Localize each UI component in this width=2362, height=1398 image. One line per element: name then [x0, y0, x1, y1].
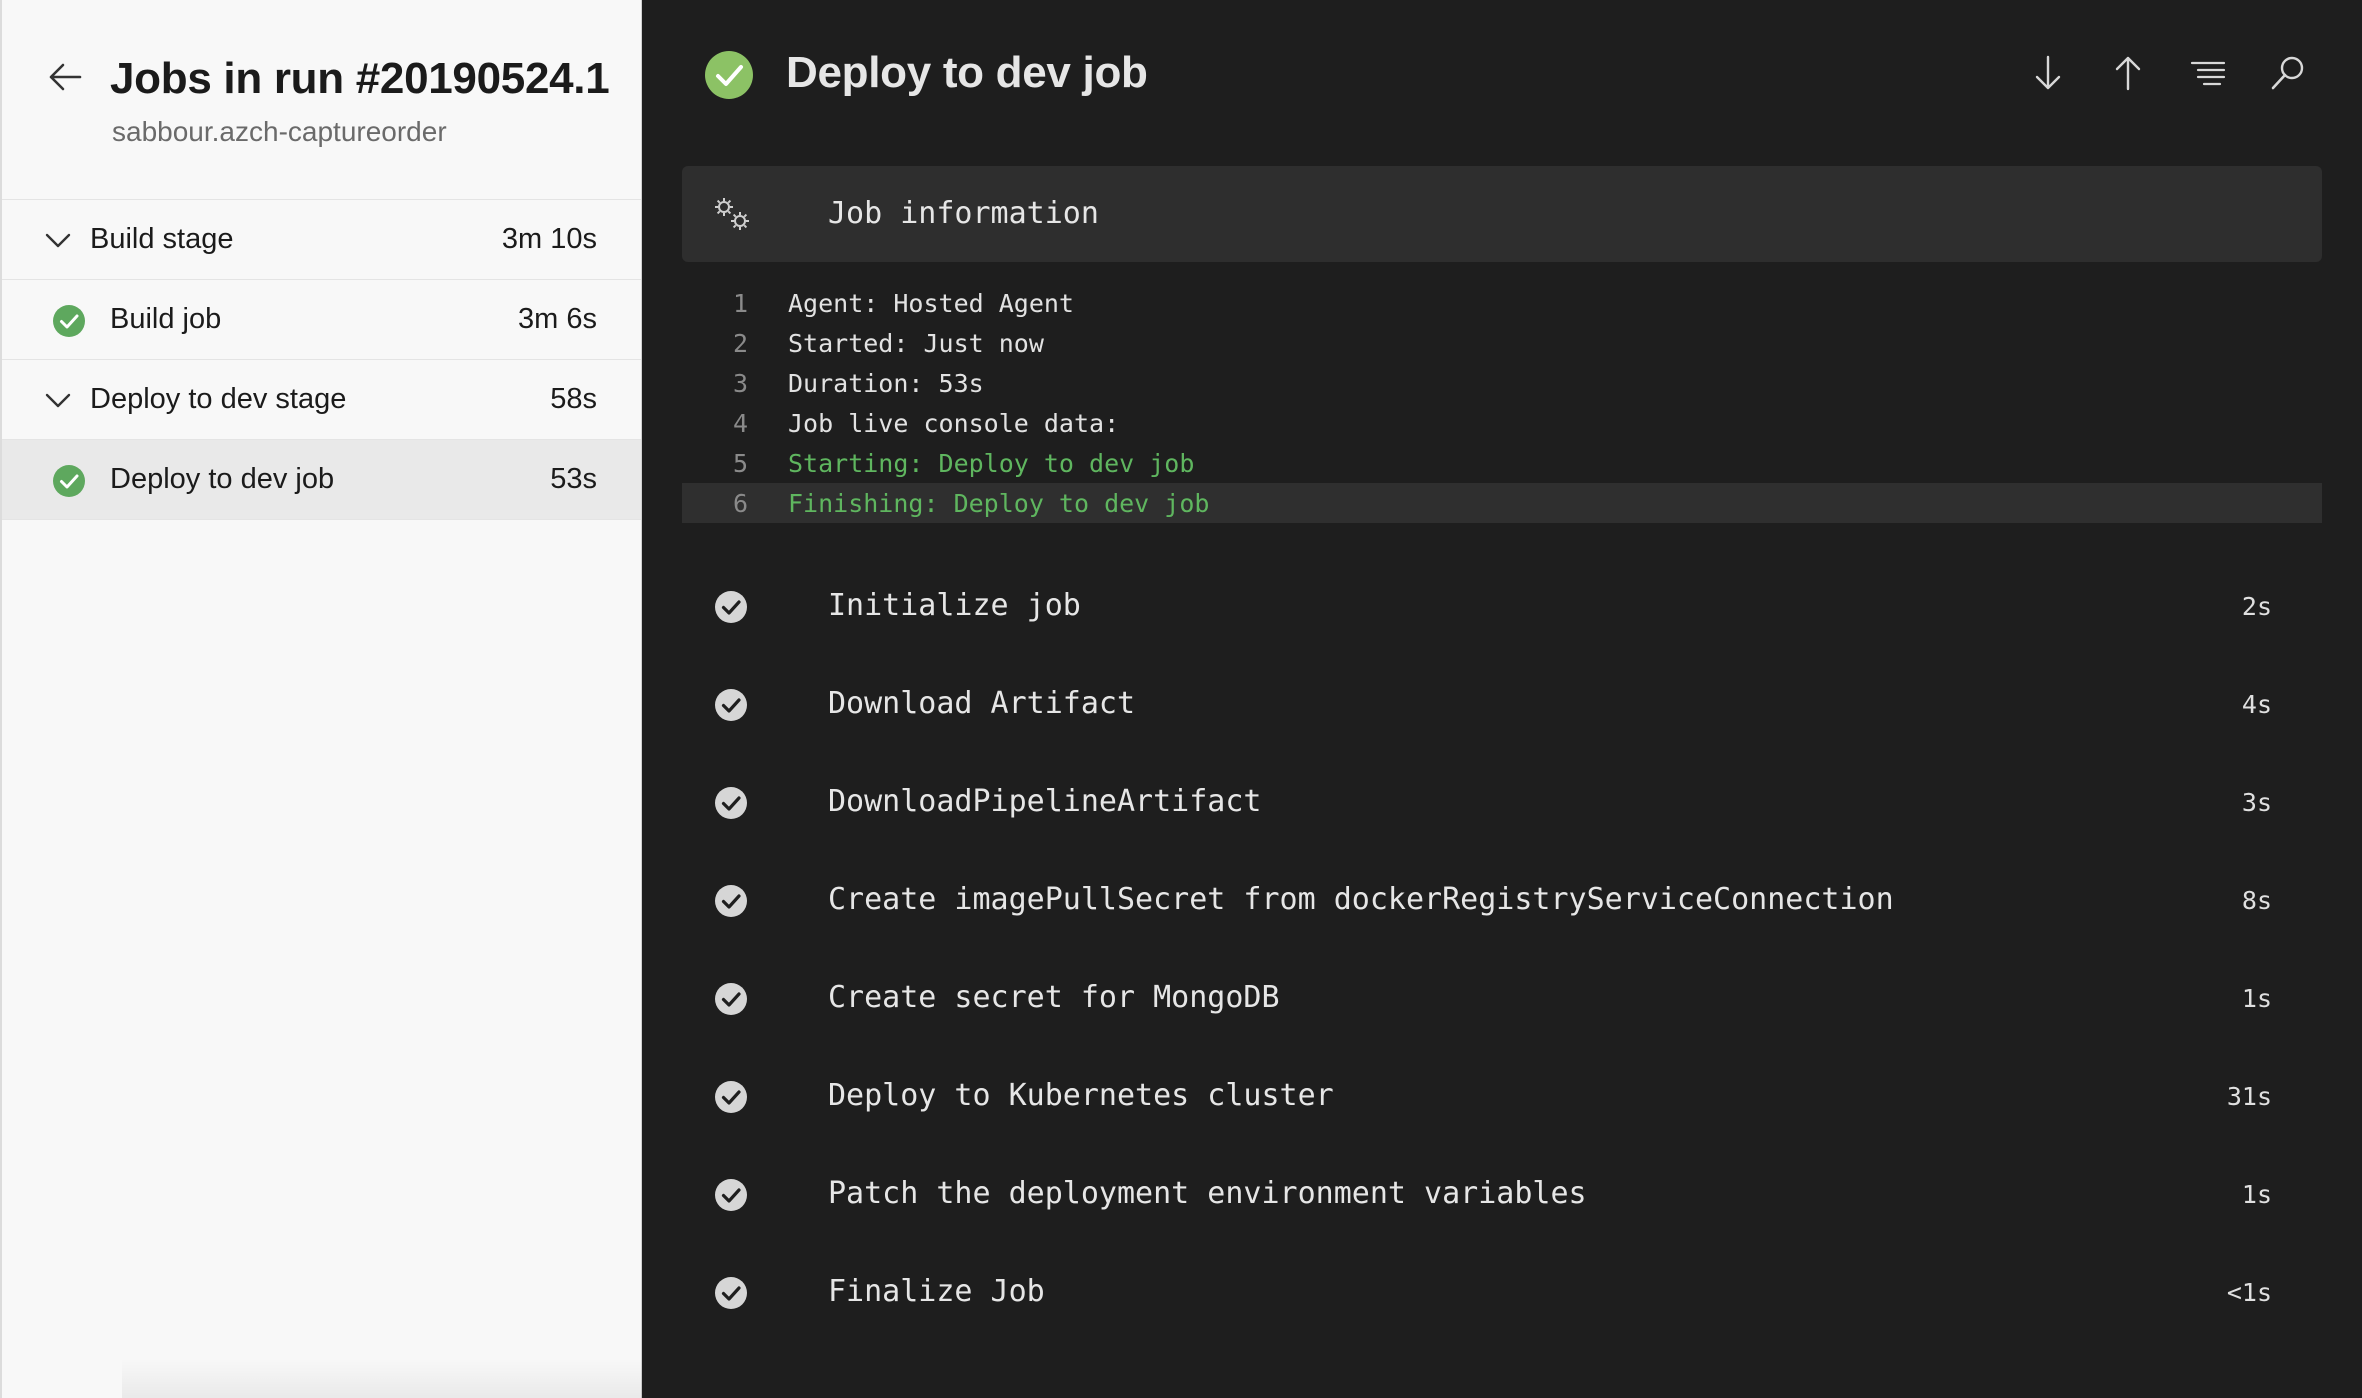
job-label: Build job — [110, 303, 222, 335]
log-line: 5 Starting: Deploy to dev job — [682, 443, 2322, 483]
chevron-down-icon[interactable] — [42, 384, 74, 416]
log-text: Duration: 53s — [788, 369, 984, 398]
step-row-create-secret-mongodb[interactable]: Create secret for MongoDB 1s — [682, 950, 2322, 1048]
step-duration: <1s — [2226, 1278, 2272, 1307]
step-duration: 2s — [2241, 592, 2272, 621]
log-text: Job live console data: — [788, 409, 1120, 438]
step-name: Create imagePullSecret from dockerRegist… — [828, 882, 1894, 917]
step-name: DownloadPipelineArtifact — [828, 784, 1262, 819]
log-text: Started: Just now — [788, 329, 1044, 358]
job-log-panel: Deploy to dev job Job information 1 Agen… — [642, 0, 2362, 1398]
bottom-shadow — [122, 1358, 642, 1398]
page-title: Jobs in run #20190524.1 — [110, 54, 610, 103]
job-duration: 53s — [550, 463, 597, 495]
log-line: 3 Duration: 53s — [682, 363, 2322, 403]
job-title: Deploy to dev job — [786, 48, 1148, 97]
stage-duration: 3m 10s — [501, 223, 597, 255]
success-check-icon — [705, 51, 753, 99]
completed-check-icon — [715, 1179, 747, 1211]
job-duration: 3m 6s — [518, 303, 597, 335]
completed-check-icon — [715, 689, 747, 721]
wrap-lines-icon — [2190, 61, 2226, 86]
step-name: Download Artifact — [828, 686, 1136, 721]
step-duration: 1s — [2241, 984, 2272, 1013]
job-information-header[interactable]: Job information — [682, 166, 2322, 262]
step-duration: 1s — [2241, 1180, 2272, 1209]
job-header: Deploy to dev job — [642, 0, 2362, 150]
step-row-deploy-kubernetes[interactable]: Deploy to Kubernetes cluster 31s — [682, 1048, 2322, 1146]
arrow-up-icon — [2115, 56, 2141, 91]
step-row-download-artifact[interactable]: Download Artifact 4s — [682, 656, 2322, 754]
log-line: 1 Agent: Hosted Agent — [682, 283, 2322, 323]
completed-check-icon — [715, 885, 747, 917]
job-row-deploy-dev[interactable]: Deploy to dev job 53s — [2, 440, 641, 520]
step-duration: 3s — [2241, 788, 2272, 817]
step-row-initialize-job[interactable]: Initialize job 2s — [682, 558, 2322, 656]
log-line: 4 Job live console data: — [682, 403, 2322, 443]
stage-duration: 58s — [550, 383, 597, 415]
log-text: Agent: Hosted Agent — [788, 289, 1074, 318]
sidebar-header: Jobs in run #20190524.1 sabbour.azch-cap… — [2, 0, 641, 200]
step-name: Finalize Job — [828, 1274, 1045, 1309]
step-row-download-pipeline-artifact[interactable]: DownloadPipelineArtifact 3s — [682, 754, 2322, 852]
job-row-build[interactable]: Build job 3m 6s — [2, 280, 641, 360]
job-label: Deploy to dev job — [110, 463, 335, 495]
success-check-icon — [53, 305, 85, 337]
step-row-create-image-pull-secret[interactable]: Create imagePullSecret from dockerRegist… — [682, 852, 2322, 950]
step-name: Create secret for MongoDB — [828, 980, 1280, 1015]
gears-icon — [715, 198, 749, 230]
line-number: 2 — [732, 329, 748, 358]
job-information-title: Job information — [828, 196, 1099, 231]
completed-check-icon — [715, 787, 747, 819]
stage-label: Deploy to dev stage — [90, 383, 347, 415]
back-button[interactable] — [40, 52, 90, 102]
search-button[interactable] — [2263, 48, 2313, 98]
completed-check-icon — [715, 983, 747, 1015]
success-check-icon — [53, 465, 85, 497]
job-steps-list: Initialize job 2s Download Artifact 4s D… — [682, 558, 2322, 1342]
log-text: Finishing: Deploy to dev job — [788, 489, 1210, 518]
step-duration: 31s — [2226, 1082, 2272, 1111]
log-output: 1 Agent: Hosted Agent 2 Started: Just no… — [682, 283, 2322, 523]
arrow-left-icon — [49, 63, 82, 91]
step-name: Deploy to Kubernetes cluster — [828, 1078, 1334, 1113]
log-text: Starting: Deploy to dev job — [788, 449, 1195, 478]
completed-check-icon — [715, 1277, 747, 1309]
search-icon — [2271, 56, 2304, 90]
step-name: Initialize job — [828, 588, 1081, 623]
stage-row-build[interactable]: Build stage 3m 10s — [2, 200, 641, 280]
pipeline-name: sabbour.azch-captureorder — [112, 116, 447, 147]
next-error-button[interactable] — [2023, 48, 2073, 98]
chevron-down-icon[interactable] — [42, 224, 74, 256]
line-number: 4 — [732, 409, 748, 438]
jobs-sidebar: Jobs in run #20190524.1 sabbour.azch-cap… — [0, 0, 642, 1398]
completed-check-icon — [715, 591, 747, 623]
line-number: 3 — [732, 369, 748, 398]
completed-check-icon — [715, 1081, 747, 1113]
stage-label: Build stage — [90, 223, 234, 255]
stage-row-deploy-dev[interactable]: Deploy to dev stage 58s — [2, 360, 641, 440]
line-number: 6 — [732, 489, 748, 518]
word-wrap-button[interactable] — [2183, 48, 2233, 98]
step-duration: 4s — [2241, 690, 2272, 719]
log-line-highlighted: 6 Finishing: Deploy to dev job — [682, 483, 2322, 523]
step-duration: 8s — [2241, 886, 2272, 915]
line-number: 1 — [732, 289, 748, 318]
arrow-down-icon — [2035, 55, 2061, 90]
step-name: Patch the deployment environment variabl… — [828, 1176, 1587, 1211]
step-row-finalize-job[interactable]: Finalize Job <1s — [682, 1244, 2322, 1342]
step-row-patch-env-vars[interactable]: Patch the deployment environment variabl… — [682, 1146, 2322, 1244]
previous-error-button[interactable] — [2103, 48, 2153, 98]
log-line: 2 Started: Just now — [682, 323, 2322, 363]
line-number: 5 — [732, 449, 748, 478]
